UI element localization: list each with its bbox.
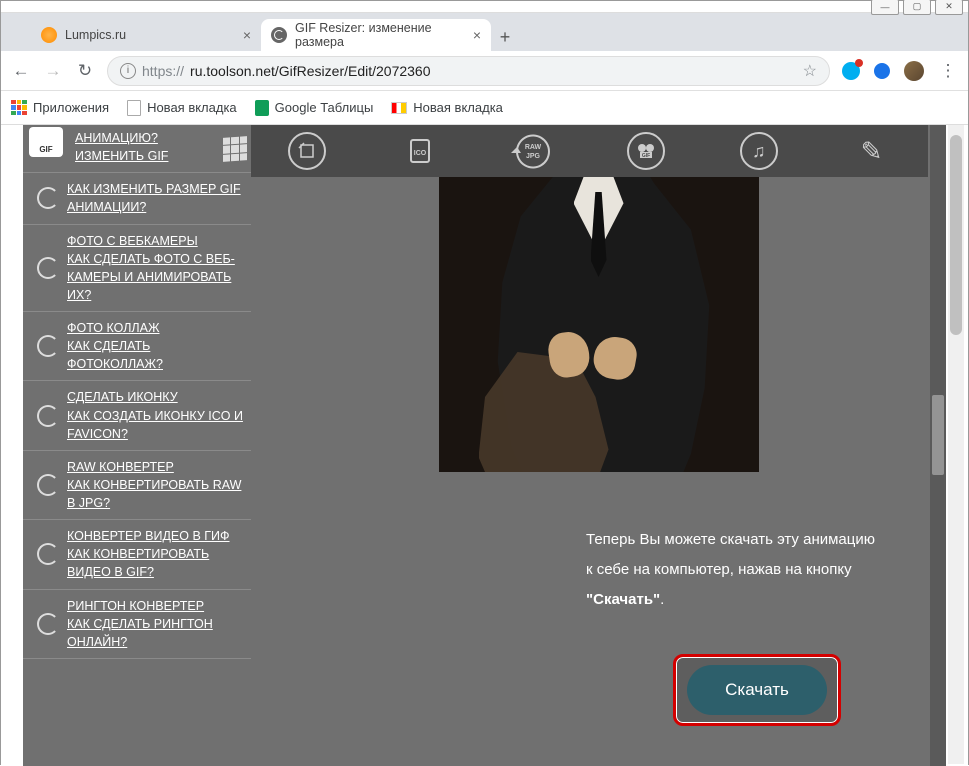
window-titlebar: — ▢ ✕ xyxy=(1,1,968,13)
bookmark-apps[interactable]: Приложения xyxy=(11,100,109,116)
spiral-icon xyxy=(37,405,59,427)
address-bar-row: ← → ↻ i https:// ru.toolson.net/GifResize… xyxy=(1,51,968,91)
new-tab-button[interactable]: + xyxy=(491,23,519,51)
toolbar-icons: ⋮ xyxy=(842,61,958,81)
tab-gifresizer[interactable]: GIF Resizer: изменение размера × xyxy=(261,19,491,51)
tool-ico-icon[interactable]: ICO xyxy=(401,132,439,170)
sidebar-item-video[interactable]: КОНВЕРТЕР ВИДЕО В ГИФ КАК КОНВЕРТИРОВАТЬ… xyxy=(23,520,251,589)
gif-badge-icon: GIF xyxy=(29,127,63,157)
sidebar-item-icon[interactable]: СДЕЛАТЬ ИКОНКУ КАК СОЗДАТЬ ИКОНКУ ICO И … xyxy=(23,381,251,450)
bookmark-newtab2[interactable]: Новая вкладка xyxy=(391,100,503,115)
bookmarks-bar: Приложения Новая вкладка Google Таблицы … xyxy=(1,91,968,125)
sidebar-item-collage[interactable]: ФОТО КОЛЛАЖ КАК СДЕЛАТЬ ФОТОКОЛЛАЖ? xyxy=(23,312,251,381)
instruction-text: Теперь Вы можете скачать эту анимацию к … xyxy=(586,525,876,615)
sidebar-title: СДЕЛАТЬ ИКОНКУ xyxy=(67,388,243,406)
window-minimize[interactable]: — xyxy=(871,0,899,15)
doc-icon xyxy=(127,100,141,116)
download-highlight: Скачать xyxy=(673,654,841,726)
sidebar-item-webcam[interactable]: ФОТО С ВЕБКАМЕРЫ КАК СДЕЛАТЬ ФОТО С ВЕБ-… xyxy=(23,225,251,313)
extension-blue-icon[interactable] xyxy=(874,63,890,79)
tool-pencil-icon[interactable]: ✎ xyxy=(861,136,883,167)
gif-preview xyxy=(439,177,759,472)
bookmark-star-icon[interactable]: ☆ xyxy=(803,61,817,81)
sidebar-sub: ИЗМЕНИТЬ GIF xyxy=(75,147,243,165)
page-body: GIF АНИМАЦИЮ? ИЗМЕНИТЬ GIF КАК ИЗМЕНИТЬ … xyxy=(23,125,946,766)
favicon-toolson xyxy=(271,27,287,43)
url-path: ru.toolson.net/GifResizer/Edit/2072360 xyxy=(190,63,430,79)
svg-text:ICO: ICO xyxy=(414,150,427,157)
svg-text:GIF: GIF xyxy=(642,153,650,159)
apps-icon xyxy=(11,100,27,116)
sidebar-title: РИНГТОН КОНВЕРТЕР xyxy=(67,597,243,615)
browser-scrollbar[interactable] xyxy=(948,125,964,764)
download-button[interactable]: Скачать xyxy=(687,665,827,715)
window-maximize[interactable]: ▢ xyxy=(903,0,931,15)
spiral-icon xyxy=(37,257,59,279)
bookmark-label: Приложения xyxy=(33,100,109,115)
sidebar-item-ringtone[interactable]: РИНГТОН КОНВЕРТЕР КАК СДЕЛАТЬ РИНГТОН ОН… xyxy=(23,590,251,659)
page-scrollbar[interactable] xyxy=(930,125,946,766)
sidebar-item-animation[interactable]: GIF АНИМАЦИЮ? ИЗМЕНИТЬ GIF xyxy=(23,125,251,173)
instruction-post: . xyxy=(660,591,664,608)
window-close[interactable]: ✕ xyxy=(935,0,963,15)
sidebar-title: RAW КОНВЕРТЕР xyxy=(67,458,243,476)
main-area: Теперь Вы можете скачать эту анимацию к … xyxy=(251,125,946,766)
sidebar: GIF АНИМАЦИЮ? ИЗМЕНИТЬ GIF КАК ИЗМЕНИТЬ … xyxy=(23,125,251,766)
tool-raw-icon[interactable]: RAW JPG xyxy=(508,132,558,170)
bookmark-label: Новая вкладка xyxy=(413,100,503,115)
tab-close-icon[interactable]: × xyxy=(243,27,251,43)
tab-close-icon[interactable]: × xyxy=(473,27,481,43)
sidebar-title: ФОТО С ВЕБКАМЕРЫ xyxy=(67,232,243,250)
sidebar-title: ФОТО КОЛЛАЖ xyxy=(67,319,243,337)
spiral-icon xyxy=(37,543,59,565)
site-info-icon[interactable]: i xyxy=(120,63,136,79)
svg-text:JPG: JPG xyxy=(526,153,541,160)
sidebar-title: АНИМАЦИЮ? xyxy=(75,129,243,147)
sidebar-sub: КАК СДЕЛАТЬ ФОТО С ВЕБ-КАМЕРЫ И АНИМИРОВ… xyxy=(67,250,243,304)
tab-lumpics[interactable]: Lumpics.ru × xyxy=(31,19,261,51)
scrollbar-thumb[interactable] xyxy=(932,395,944,475)
tab-title: GIF Resizer: изменение размера xyxy=(295,21,465,49)
extension-ghostery-icon[interactable] xyxy=(842,62,860,80)
bookmark-newtab[interactable]: Новая вкладка xyxy=(127,100,237,116)
svg-text:RAW: RAW xyxy=(525,144,542,151)
profile-avatar[interactable] xyxy=(904,61,924,81)
grid-icon xyxy=(223,136,247,162)
bookmark-sheets[interactable]: Google Таблицы xyxy=(255,100,374,116)
instruction-bold: "Скачать" xyxy=(586,591,660,608)
menu-icon[interactable]: ⋮ xyxy=(938,61,958,81)
yandex-icon xyxy=(391,102,407,114)
tool-crop-icon[interactable] xyxy=(288,132,326,170)
sidebar-item-resize[interactable]: КАК ИЗМЕНИТЬ РАЗМЕР GIF АНИМАЦИИ? xyxy=(23,173,251,224)
forward-button[interactable]: → xyxy=(43,61,63,81)
spiral-icon xyxy=(37,474,59,496)
favicon-lumpics xyxy=(41,27,57,43)
viewport: GIF АНИМАЦИЮ? ИЗМЕНИТЬ GIF КАК ИЗМЕНИТЬ … xyxy=(1,125,968,766)
sidebar-sub: КАК КОНВЕРТИРОВАТЬ ВИДЕО В GIF? xyxy=(67,545,243,581)
url-scheme: https:// xyxy=(142,63,184,79)
bookmark-label: Новая вкладка xyxy=(147,100,237,115)
spiral-icon xyxy=(37,187,59,209)
instruction-pre: Теперь Вы можете скачать эту анимацию к … xyxy=(586,531,875,578)
reload-button[interactable]: ↻ xyxy=(75,61,95,81)
sidebar-sub: КАК СДЕЛАТЬ РИНГТОН ОНЛАЙН? xyxy=(67,615,243,651)
spiral-icon xyxy=(37,613,59,635)
sheets-icon xyxy=(255,100,269,116)
sidebar-item-raw[interactable]: RAW КОНВЕРТЕР КАК КОНВЕРТИРОВАТЬ RAW В J… xyxy=(23,451,251,520)
tab-title: Lumpics.ru xyxy=(65,28,126,42)
sidebar-sub: КАК СДЕЛАТЬ ФОТОКОЛЛАЖ? xyxy=(67,337,243,373)
scrollbar-thumb[interactable] xyxy=(950,135,962,335)
omnibox[interactable]: i https:// ru.toolson.net/GifResizer/Edit… xyxy=(107,56,830,86)
tool-music-icon[interactable]: ♫ xyxy=(740,132,778,170)
spiral-icon xyxy=(37,335,59,357)
sidebar-sub: КАК СОЗДАТЬ ИКОНКУ ICO И FAVICON? xyxy=(67,407,243,443)
tab-strip: Lumpics.ru × GIF Resizer: изменение разм… xyxy=(1,13,968,51)
sidebar-title: КОНВЕРТЕР ВИДЕО В ГИФ xyxy=(67,527,243,545)
sidebar-sub: КАК КОНВЕРТИРОВАТЬ RAW В JPG? xyxy=(67,476,243,512)
bookmark-label: Google Таблицы xyxy=(275,100,374,115)
sidebar-title: КАК ИЗМЕНИТЬ РАЗМЕР GIF АНИМАЦИИ? xyxy=(67,180,243,216)
tool-videogif-icon[interactable]: GIF xyxy=(627,132,665,170)
back-button[interactable]: ← xyxy=(11,61,31,81)
